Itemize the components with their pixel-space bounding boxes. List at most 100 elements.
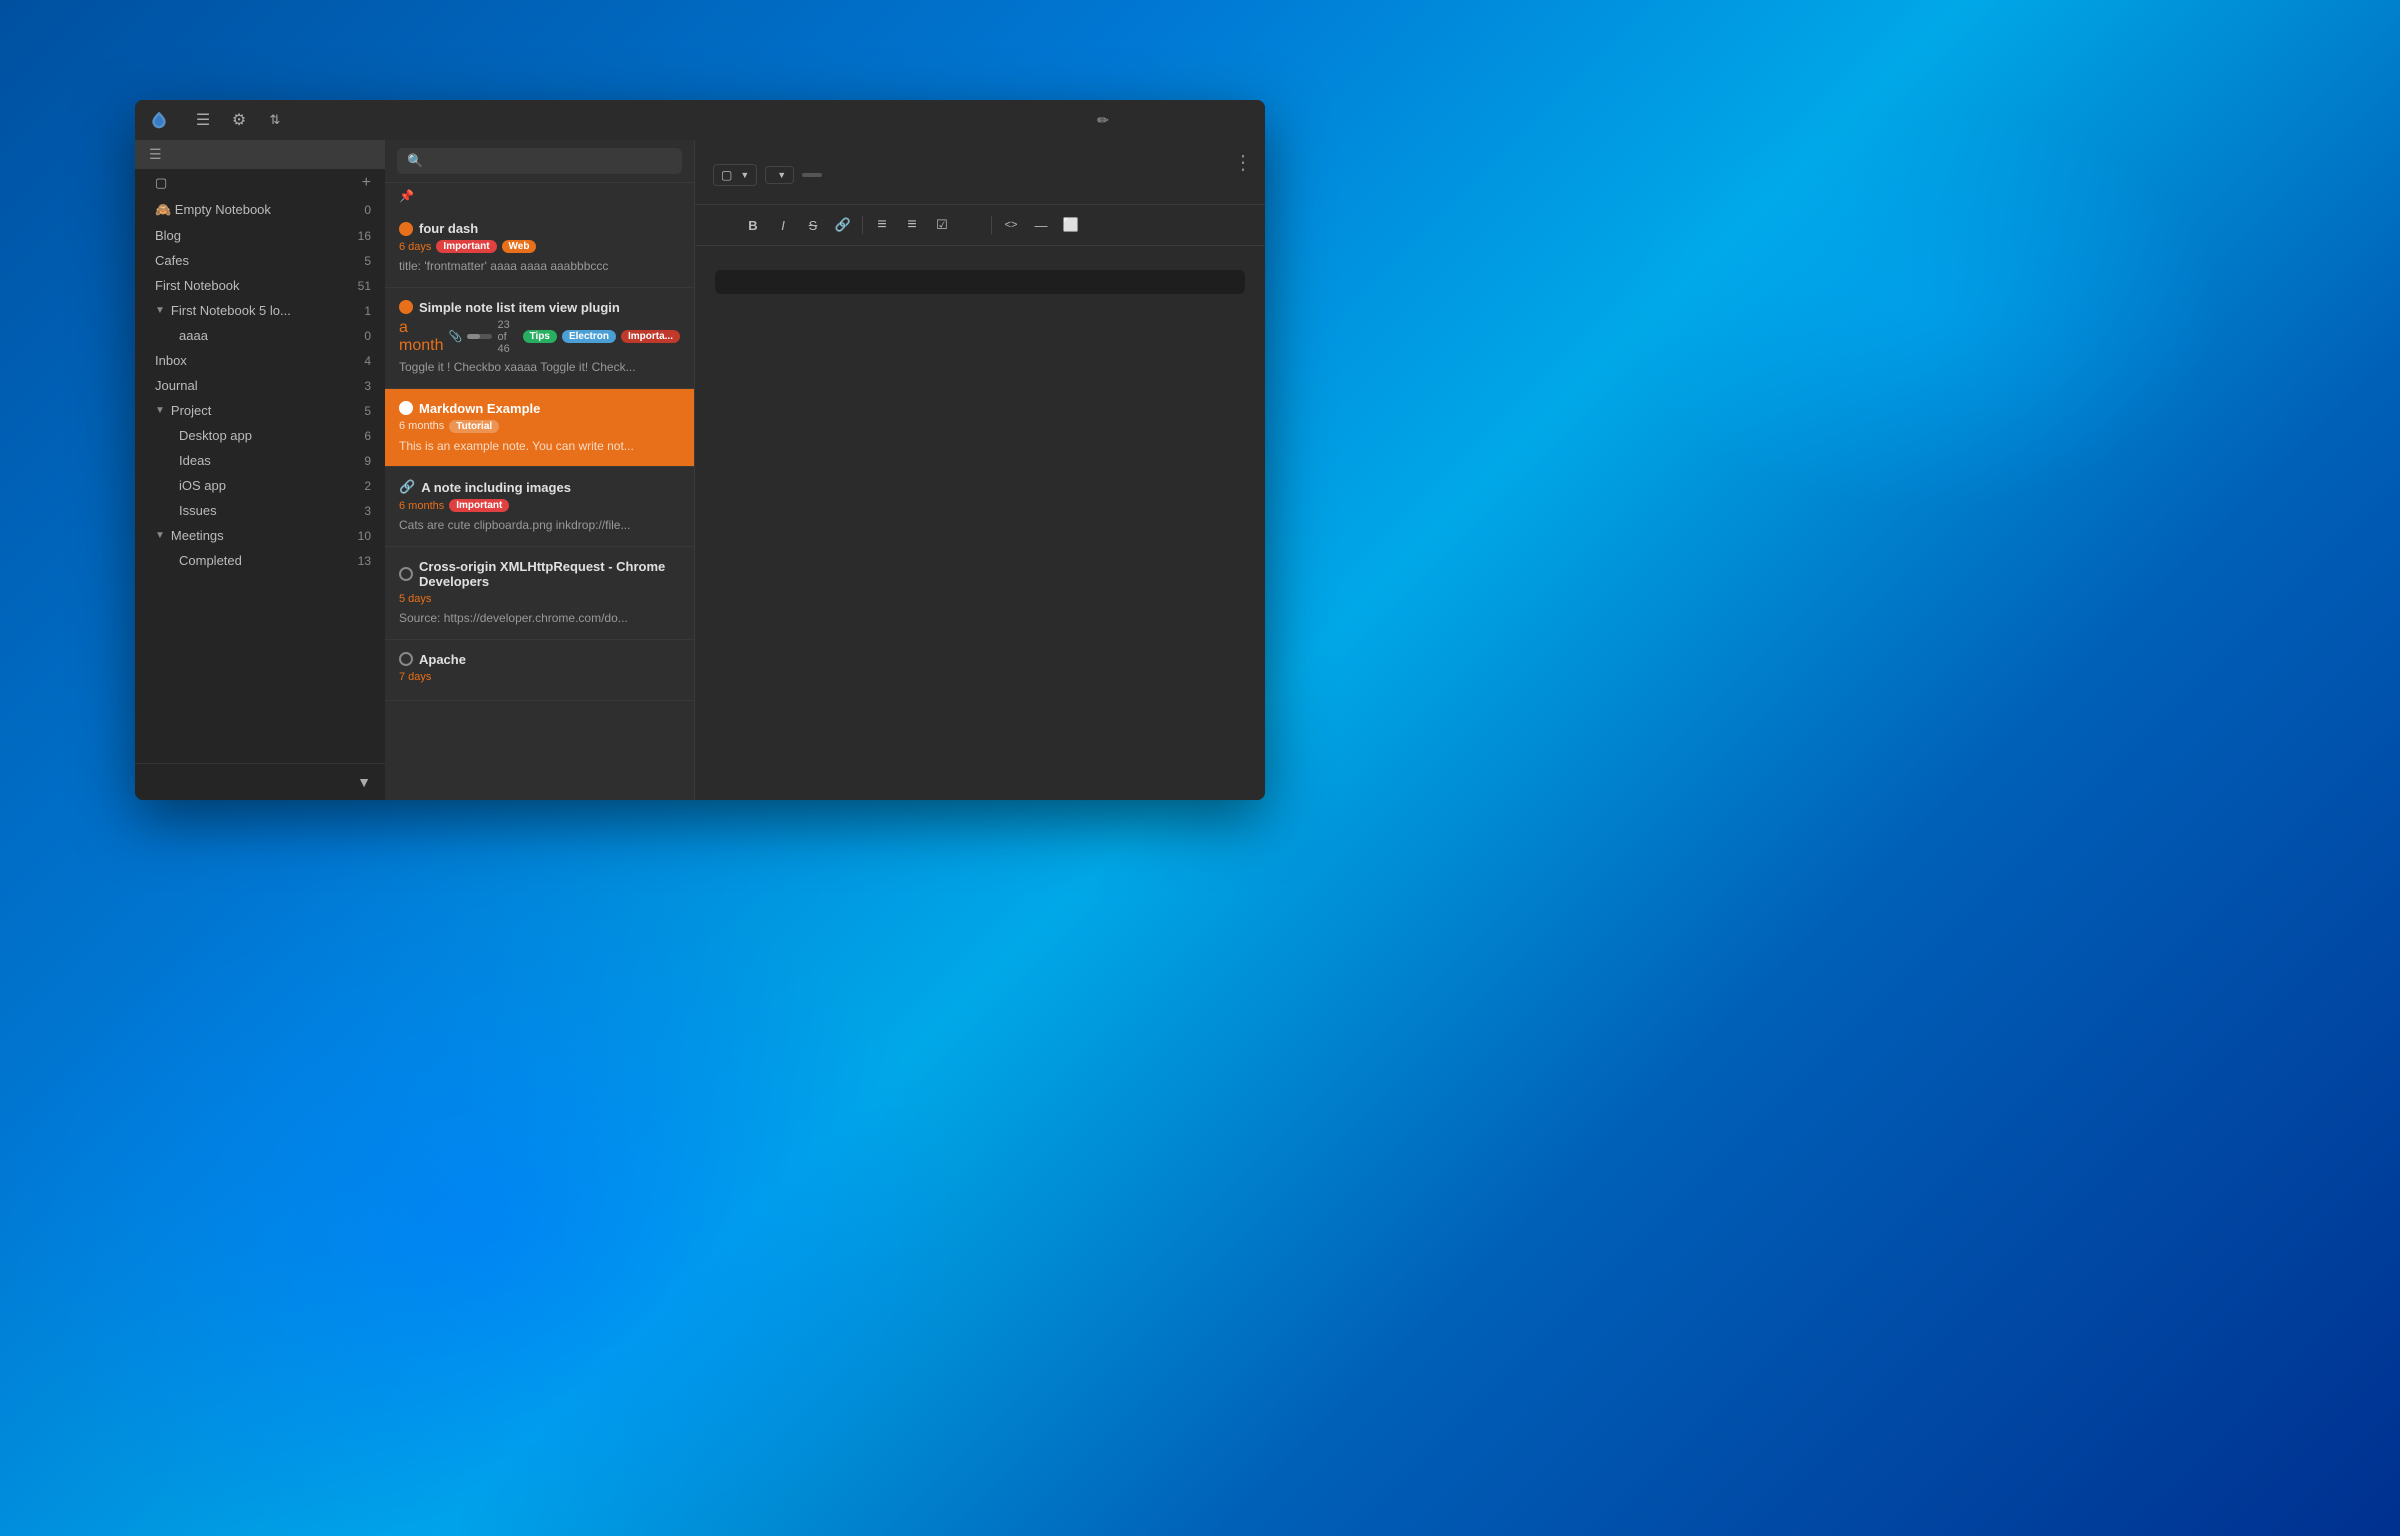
- notebook-count: 3: [364, 504, 371, 518]
- note-snippet: title: 'frontmatter' aaaa aaaa aaabbbccc: [399, 258, 680, 275]
- search-input[interactable]: [429, 154, 672, 169]
- note-status-indicator: [399, 401, 413, 415]
- note-date: 7 days: [399, 671, 431, 683]
- note-item-apache[interactable]: Apache 7 days: [385, 640, 694, 701]
- sidebar-item-first-notebook[interactable]: First Notebook 51: [135, 273, 385, 298]
- tag-important: Important: [436, 240, 496, 253]
- note-item-cross-origin[interactable]: Cross-origin XMLHttpRequest - Chrome Dev…: [385, 547, 694, 640]
- tag-important: Important: [449, 499, 509, 512]
- sidebar-item-meetings[interactable]: ▼ Meetings 10: [135, 523, 385, 548]
- more-options-button[interactable]: ⋮: [1233, 150, 1251, 175]
- minimize-button[interactable]: [1127, 100, 1173, 140]
- notebook-count: 13: [358, 554, 371, 568]
- tag-web: Web: [502, 240, 537, 253]
- editor-content[interactable]: [695, 246, 1265, 800]
- bold-button[interactable]: B: [739, 211, 767, 239]
- sort-button[interactable]: ⇅: [261, 106, 289, 134]
- notebook-name: Meetings: [171, 528, 352, 543]
- sidebar-item-all-notes[interactable]: ☰: [135, 140, 385, 169]
- sidebar-item-empty-notebook[interactable]: 🙈 Empty Notebook 0: [135, 197, 385, 223]
- editor-pane: ▢ ▼ ▼ B I S 🔗: [695, 140, 1265, 800]
- sidebar-item-inbox[interactable]: Inbox 4: [135, 348, 385, 373]
- note-snippet: Toggle it ! Checkbo xaaaa Toggle it! Che…: [399, 359, 680, 376]
- toolbar-separator-2: [991, 216, 992, 234]
- checkbox-button[interactable]: ☑: [928, 211, 956, 239]
- sidebar-item-blog[interactable]: Blog 16: [135, 223, 385, 248]
- note-date: 6 days: [399, 241, 431, 253]
- notebook-count: 5: [364, 254, 371, 268]
- notebook-name: Project: [171, 403, 358, 418]
- expand-icon: ▼: [155, 530, 165, 541]
- file-icon: 📎: [448, 330, 462, 343]
- expand-icon: ▼: [155, 405, 165, 416]
- link-button[interactable]: 🔗: [829, 211, 857, 239]
- word-count-button[interactable]: [958, 211, 986, 239]
- strikethrough-button[interactable]: S: [799, 211, 827, 239]
- ordered-list-button[interactable]: ≡: [898, 211, 926, 239]
- note-meta: 7 days: [399, 671, 680, 683]
- note-status-indicator: [399, 652, 413, 666]
- sidebar: ☰ ▢ + 🙈 Empty Notebook 0 Blog 16 Cafes: [135, 140, 385, 800]
- close-button[interactable]: [1219, 100, 1265, 140]
- maximize-button[interactable]: [1173, 100, 1219, 140]
- notebook-name: Cafes: [155, 253, 358, 268]
- sidebar-item-first-notebook-5[interactable]: ▼ First Notebook 5 lo... 1: [135, 298, 385, 323]
- note-item-four-dash[interactable]: four dash 6 days Important Web title: 'f…: [385, 209, 694, 288]
- sidebar-item-journal[interactable]: Journal 3: [135, 373, 385, 398]
- note-list-header: 🔍: [385, 140, 694, 183]
- footer-dropdown-button[interactable]: ▼: [357, 774, 371, 790]
- sidebar-item-issues[interactable]: Issues 3: [135, 498, 385, 523]
- note-item-markdown-example[interactable]: Markdown Example 6 months Tutorial This …: [385, 389, 694, 468]
- notebook-name: iOS app: [179, 478, 364, 493]
- notebook-name: Completed: [179, 553, 358, 568]
- settings-button[interactable]: ⚙: [225, 106, 253, 134]
- code-button[interactable]: <>: [997, 211, 1025, 239]
- new-note-button[interactable]: ✏: [1089, 106, 1117, 134]
- notebook-count: 9: [364, 454, 371, 468]
- tag-tutorial-pill[interactable]: [802, 173, 822, 177]
- note-title: A note including images: [421, 480, 680, 495]
- hr-button[interactable]: —: [1027, 211, 1055, 239]
- status-selector[interactable]: ▼: [765, 166, 794, 184]
- note-title: Simple note list item view plugin: [419, 300, 680, 315]
- notebook-count: 4: [364, 354, 371, 368]
- add-notebook-button[interactable]: +: [362, 174, 371, 192]
- sidebar-item-ios-app[interactable]: iOS app 2: [135, 473, 385, 498]
- notebook-count: 6: [364, 429, 371, 443]
- notebook-count: 0: [364, 203, 371, 217]
- note-item-images[interactable]: 🔗 A note including images 6 months Impor…: [385, 467, 694, 547]
- pinned-header: 📌: [385, 183, 694, 209]
- notebook-count: 5: [364, 404, 371, 418]
- sidebar-item-completed[interactable]: Completed 13: [135, 548, 385, 573]
- sidebar-footer: ▼: [135, 763, 385, 800]
- unordered-list-button[interactable]: ≡: [868, 211, 896, 239]
- notebook-selector[interactable]: ▢ ▼: [713, 164, 757, 186]
- image-button[interactable]: ⬜: [1057, 211, 1085, 239]
- note-snippet: Source: https://developer.chrome.com/do.…: [399, 610, 680, 627]
- sidebar-item-cafes[interactable]: Cafes 5: [135, 248, 385, 273]
- progress-row: a month 📎 23 of 46 Tips Electron Importa…: [399, 319, 680, 355]
- search-box[interactable]: 🔍: [397, 148, 682, 174]
- sidebar-item-project[interactable]: ▼ Project 5: [135, 398, 385, 423]
- note-status-indicator: [399, 222, 413, 236]
- notebook-count: 3: [364, 379, 371, 393]
- sidebar-item-ideas[interactable]: Ideas 9: [135, 448, 385, 473]
- link-icon: 🔗: [399, 479, 415, 495]
- notebook-name: First Notebook: [155, 278, 352, 293]
- app-logo-icon: [149, 110, 169, 130]
- code-block-python: [715, 270, 1245, 294]
- tag-tutorial: Tutorial: [449, 420, 499, 433]
- note-date: 5 days: [399, 593, 431, 605]
- heading-button[interactable]: [709, 211, 737, 239]
- tag-tips: Tips: [523, 330, 557, 343]
- note-item-simple-plugin[interactable]: Simple note list item view plugin a mont…: [385, 288, 694, 389]
- sidebar-item-desktop-app[interactable]: Desktop app 6: [135, 423, 385, 448]
- notebook-name: 🙈 Empty Notebook: [155, 202, 358, 218]
- sidebar-item-aaaa[interactable]: aaaa 0: [135, 323, 385, 348]
- notebooks-header[interactable]: ▢ +: [135, 169, 385, 197]
- all-notes-icon: ☰: [149, 146, 162, 163]
- tag-electron: Electron: [562, 330, 616, 343]
- italic-button[interactable]: I: [769, 211, 797, 239]
- hamburger-menu-button[interactable]: ☰: [189, 106, 217, 134]
- notebook-count: 51: [358, 279, 371, 293]
